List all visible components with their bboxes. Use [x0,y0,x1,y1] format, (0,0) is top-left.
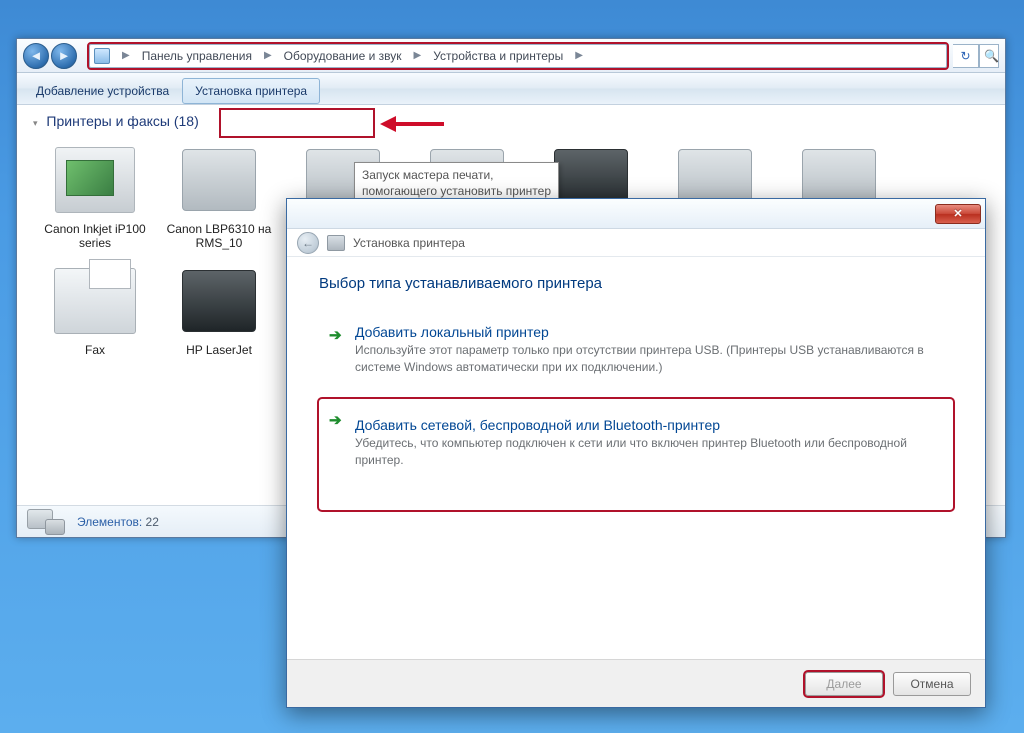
option-network-printer[interactable]: ➔ Добавить сетевой, беспроводной или Blu… [319,399,953,510]
search-input[interactable]: 🔍 [979,44,999,68]
device-label: HP LaserJet [186,343,252,357]
device-label: Canon LBP6310 на RMS_10 [166,222,272,251]
close-icon: ✕ [953,207,962,220]
annotation-arrow-icon [378,112,448,136]
collapse-icon: ▾ [33,118,38,128]
wizard-title: Установка принтера [353,236,465,250]
arrow-right-icon: ➔ [329,326,342,344]
option-description: Убедитесь, что компьютер подключен к сет… [355,435,939,470]
option-local-printer[interactable]: ➔ Добавить локальный принтер Используйте… [319,314,953,389]
device-item[interactable]: Fax [39,260,151,360]
toolbar: Добавление устройства Установка принтера [17,73,1005,105]
nav-forward-button[interactable]: ► [51,43,77,69]
arrow-right-icon: ➔ [329,411,342,429]
printer-icon [182,149,256,211]
device-item[interactable]: Canon Inkjet iP100 series [39,139,151,254]
wizard-footer: Далее Отмена [287,659,985,707]
wizard-header: ← Установка принтера [287,229,985,257]
address-row: ◄ ► ▶ Панель управления ▶ Оборудование и… [17,39,1005,73]
close-button[interactable]: ✕ [935,204,981,224]
location-icon [94,48,110,64]
printer-icon [327,235,345,251]
device-label: Canon Inkjet iP100 series [42,222,148,251]
breadcrumb-item[interactable]: Оборудование и звук [280,49,406,63]
breadcrumb[interactable]: ▶ Панель управления ▶ Оборудование и зву… [89,44,947,68]
device-label: Fax [85,343,105,357]
add-printer-button[interactable]: Установка принтера [182,78,320,104]
refresh-button[interactable]: ↻ [953,44,979,68]
nav-back-button[interactable]: ◄ [23,43,49,69]
wizard-heading: Выбор типа устанавливаемого принтера [319,275,953,292]
printer-icon [182,270,256,332]
titlebar: ✕ [287,199,985,229]
device-item[interactable]: Canon LBP6310 на RMS_10 [163,139,275,254]
status-label: Элементов: [77,515,142,529]
status-count: 22 [146,515,159,529]
option-title: Добавить локальный принтер [355,324,939,340]
breadcrumb-item[interactable]: Устройства и принтеры [429,49,567,63]
status-icon [27,509,67,535]
add-device-button[interactable]: Добавление устройства [23,78,182,104]
wizard-back-button[interactable]: ← [297,232,319,254]
fax-icon [54,268,136,334]
option-title: Добавить сетевой, беспроводной или Bluet… [355,417,939,433]
section-header[interactable]: ▾ Принтеры и факсы (18) [17,105,1005,133]
device-item[interactable]: HP LaserJet [163,260,275,360]
breadcrumb-item[interactable]: Панель управления [138,49,256,63]
next-button[interactable]: Далее [805,672,883,696]
option-description: Используйте этот параметр только при отс… [355,342,939,377]
section-title: Принтеры и факсы [46,113,170,129]
section-count: (18) [174,113,199,129]
add-printer-wizard: ✕ ← Установка принтера Выбор типа устана… [286,198,986,708]
cancel-button[interactable]: Отмена [893,672,971,696]
search-icon: 🔍 [984,49,999,63]
printer-icon [55,147,135,213]
